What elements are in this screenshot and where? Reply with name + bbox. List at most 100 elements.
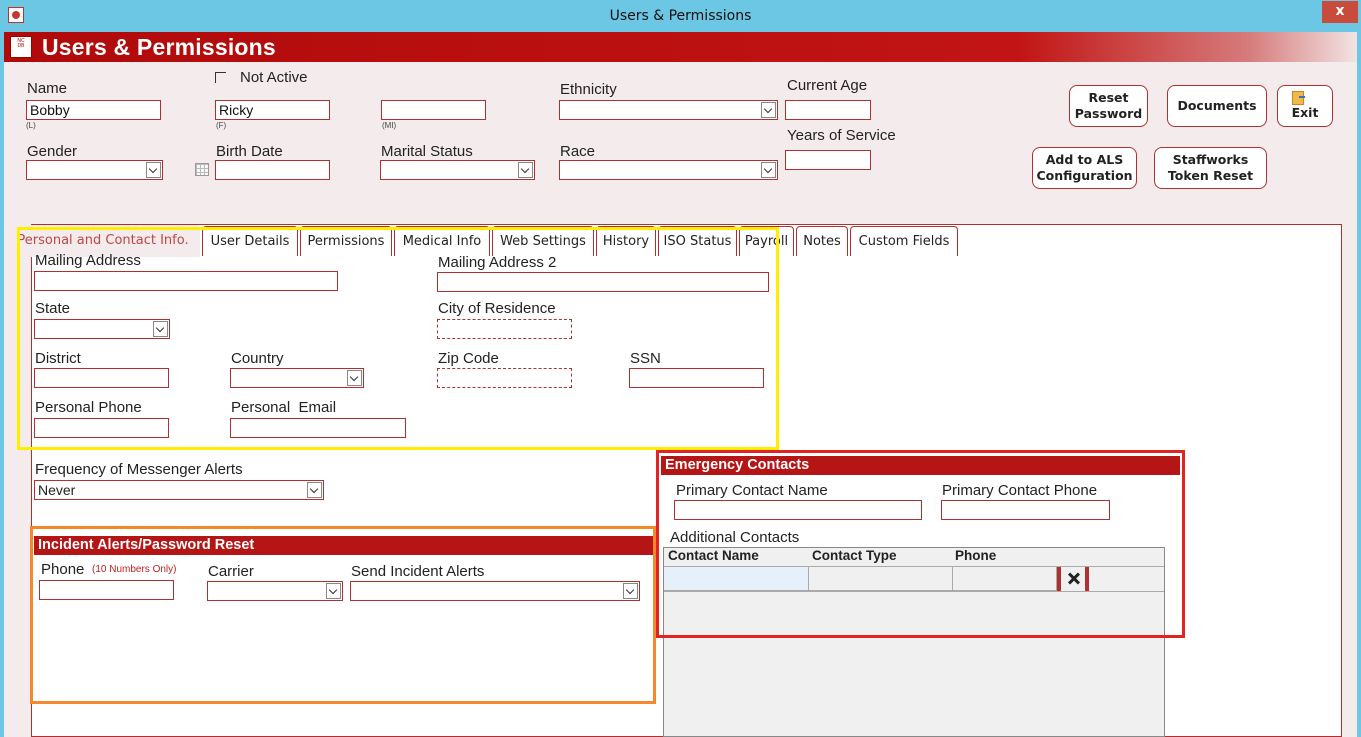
not-active-label: Not Active [240,69,308,86]
personal-email-label: Personal Email [231,399,337,416]
chevron-down-icon [326,583,341,599]
ethnicity-label: Ethnicity [560,81,617,98]
chevron-down-icon [153,321,168,337]
name-label: Name [27,80,68,97]
exit-icon [1292,91,1305,105]
gender-select[interactable] [26,160,163,180]
exit-label: Exit [1291,105,1319,120]
emergency-contacts-header: Emergency Contacts [661,456,1180,475]
tab-permissions[interactable]: Permissions [300,226,392,256]
primary-contact-name-field[interactable] [674,500,922,520]
primary-contact-name-label: Primary Contact Name [676,482,828,499]
tab-history[interactable]: History [596,226,656,256]
add-to-als-configuration-button[interactable]: Add to ALS Configuration [1032,147,1137,189]
grid-cell-contact-name[interactable] [664,567,809,591]
personal-phone-label: Personal Phone [35,399,142,416]
first-name-field[interactable]: Ricky [215,100,330,120]
race-select[interactable] [559,160,778,180]
reset-password-button[interactable]: Reset Password [1069,85,1148,127]
column-header-contact-type[interactable]: Contact Type [812,548,897,566]
grid-row-divider [664,591,1164,592]
delete-row-icon[interactable] [1057,567,1089,591]
mailing-address2-label: Mailing Address 2 [438,254,557,271]
ssn-label: SSN [630,350,661,367]
race-label: Race [560,143,596,160]
tab-medical-info[interactable]: Medical Info [394,226,490,256]
state-select[interactable] [34,319,170,339]
middle-initial-sublabel: (MI) [382,121,397,130]
mailing-address2-field[interactable] [437,272,769,292]
birth-date-label: Birth Date [216,143,283,160]
additional-contacts-label: Additional Contacts [670,529,800,546]
send-incident-alerts-label: Send Incident Alerts [351,563,485,580]
column-header-phone[interactable]: Phone [955,548,996,566]
not-active-checkbox[interactable] [215,72,226,83]
header-banner: NC DB Users & Permissions [4,32,1357,62]
years-of-service-field[interactable] [785,150,871,170]
chevron-down-icon [347,370,362,386]
district-label: District [35,350,81,367]
tab-notes[interactable]: Notes [796,226,848,256]
app-logo: NC DB [10,36,32,58]
current-age-label: Current Age [787,77,868,94]
country-select[interactable] [230,368,364,388]
incident-phone-note: (10 Numbers Only) [92,564,177,575]
ssn-field[interactable] [629,368,764,388]
messenger-frequency-label: Frequency of Messenger Alerts [35,461,243,478]
zip-code-label: Zip Code [438,350,499,367]
current-age-field[interactable] [785,100,871,120]
chevron-down-icon [623,583,638,599]
chevron-down-icon [146,162,161,178]
chevron-down-icon [761,162,776,178]
years-of-service-label: Years of Service [787,127,896,144]
country-label: Country [231,350,284,367]
incident-phone-field[interactable] [39,580,174,600]
zip-code-field[interactable] [437,368,572,388]
last-name-sublabel: (L) [26,121,36,130]
primary-contact-phone-label: Primary Contact Phone [942,482,1098,499]
city-of-residence-label: City of Residence [438,300,556,317]
marital-status-label: Marital Status [381,143,473,160]
chevron-down-icon [307,482,322,498]
mailing-address-label: Mailing Address [35,252,141,269]
carrier-select[interactable] [207,581,343,601]
personal-phone-field[interactable] [34,418,169,438]
grid-cell-phone[interactable] [953,567,1057,591]
gender-label: Gender [27,143,78,160]
exit-button[interactable]: Exit [1277,85,1333,127]
messenger-frequency-value: Never [38,482,76,498]
close-window-button[interactable]: x [1322,1,1358,23]
calendar-icon[interactable] [195,163,209,176]
city-of-residence-field[interactable] [437,319,572,339]
first-name-sublabel: (F) [216,121,227,130]
tab-user-details[interactable]: User Details [202,226,298,256]
additional-contacts-grid[interactable]: Contact Name Contact Type Phone [663,547,1165,737]
window-title: Users & Permissions [609,8,752,24]
send-incident-alerts-select[interactable] [350,581,640,601]
tab-payroll[interactable]: Payroll [739,226,794,256]
primary-contact-phone-field[interactable] [941,500,1110,520]
middle-initial-field[interactable] [381,100,486,120]
incident-phone-label: Phone [41,561,85,578]
messenger-frequency-select[interactable]: Never [34,480,324,500]
window-titlebar: Users & Permissions x [0,0,1361,32]
chevron-down-icon [761,102,776,118]
carrier-label: Carrier [208,563,254,580]
page-title: Users & Permissions [42,34,276,60]
incident-alerts-header: Incident Alerts/Password Reset [34,536,654,555]
grid-cell-contact-type[interactable] [809,567,953,591]
column-header-contact-name[interactable]: Contact Name [668,548,759,566]
documents-button[interactable]: Documents [1167,85,1267,127]
marital-status-select[interactable] [380,160,535,180]
ethnicity-select[interactable] [559,100,778,120]
mailing-address-field[interactable] [34,271,338,291]
personal-email-field[interactable] [230,418,406,438]
chevron-down-icon [518,162,533,178]
tab-iso-status[interactable]: ISO Status [658,226,737,256]
tab-custom-fields[interactable]: Custom Fields [850,226,958,256]
district-field[interactable] [34,368,169,388]
staffworks-token-reset-button[interactable]: Staffworks Token Reset [1154,147,1267,189]
birth-date-field[interactable] [215,160,330,180]
tab-web-settings[interactable]: Web Settings [492,226,594,256]
last-name-field[interactable]: Bobby [26,100,161,120]
